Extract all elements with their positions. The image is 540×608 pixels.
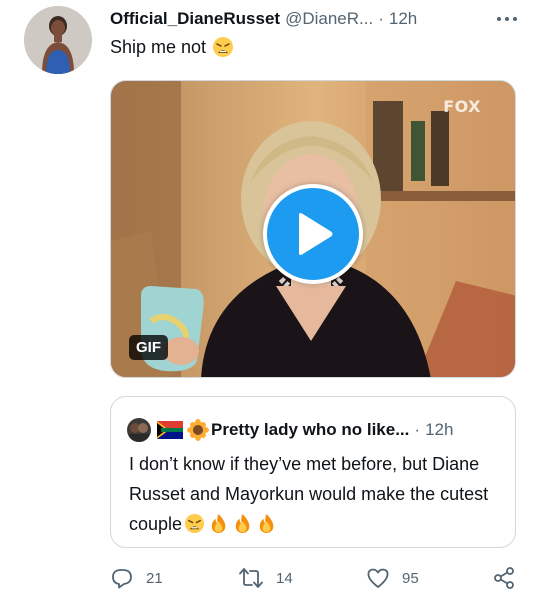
share-button[interactable] xyxy=(492,566,516,590)
retweet-icon xyxy=(239,568,263,588)
tired-face-icon xyxy=(185,513,205,534)
like-button[interactable]: 95 xyxy=(366,566,419,590)
quote-separator-dot: · xyxy=(414,420,421,439)
reply-count: 21 xyxy=(146,569,163,587)
quote-avatar[interactable] xyxy=(127,418,151,442)
retweet-button[interactable]: 14 xyxy=(238,566,293,590)
fire-icon xyxy=(235,513,250,534)
avatar-photo xyxy=(24,6,92,74)
quote-display-name[interactable]: Pretty lady who no like... xyxy=(211,420,409,440)
separator-dot: · xyxy=(378,9,384,28)
quoted-tweet[interactable]: Pretty lady who no like... · 12h I don’t… xyxy=(110,396,516,548)
action-bar: 21 14 95 xyxy=(110,566,520,592)
tired-face-icon xyxy=(213,37,234,57)
tweet-header: Official_DianeRusset @DianeR... · 12h xyxy=(110,6,520,32)
south-africa-flag-icon xyxy=(157,421,183,439)
quote-header: Pretty lady who no like... · 12h xyxy=(127,417,501,443)
user-handle[interactable]: @DianeR... xyxy=(285,9,373,29)
play-button[interactable] xyxy=(263,184,363,284)
fire-icon xyxy=(211,513,226,534)
quote-text: I don’t know if they’ve met before, but … xyxy=(129,449,509,539)
tweet-text: Ship me not xyxy=(110,36,234,58)
reply-icon xyxy=(112,569,132,589)
gif-media[interactable]: FOX GIF xyxy=(110,80,516,378)
fox-watermark: FOX xyxy=(443,97,481,116)
timestamp[interactable]: 12h xyxy=(389,9,417,29)
quote-text-content: I don’t know if they’ve met before, but … xyxy=(129,454,489,534)
sunflower-icon xyxy=(187,419,209,441)
more-options-icon[interactable] xyxy=(494,9,520,29)
gif-badge: GIF xyxy=(129,335,168,360)
quote-emojis xyxy=(184,513,277,534)
reply-button[interactable]: 21 xyxy=(110,566,163,590)
quote-avatar-photo xyxy=(127,418,151,442)
retweet-count: 14 xyxy=(276,569,293,587)
tweet-text-content: Ship me not xyxy=(110,36,207,57)
heart-icon xyxy=(367,568,389,588)
share-icon xyxy=(494,567,514,589)
fire-icon xyxy=(259,513,274,534)
like-count: 95 xyxy=(402,569,419,587)
quote-timestamp[interactable]: 12h xyxy=(425,420,453,440)
display-name[interactable]: Official_DianeRusset xyxy=(110,9,280,29)
avatar[interactable] xyxy=(24,6,92,74)
play-icon xyxy=(299,213,333,255)
